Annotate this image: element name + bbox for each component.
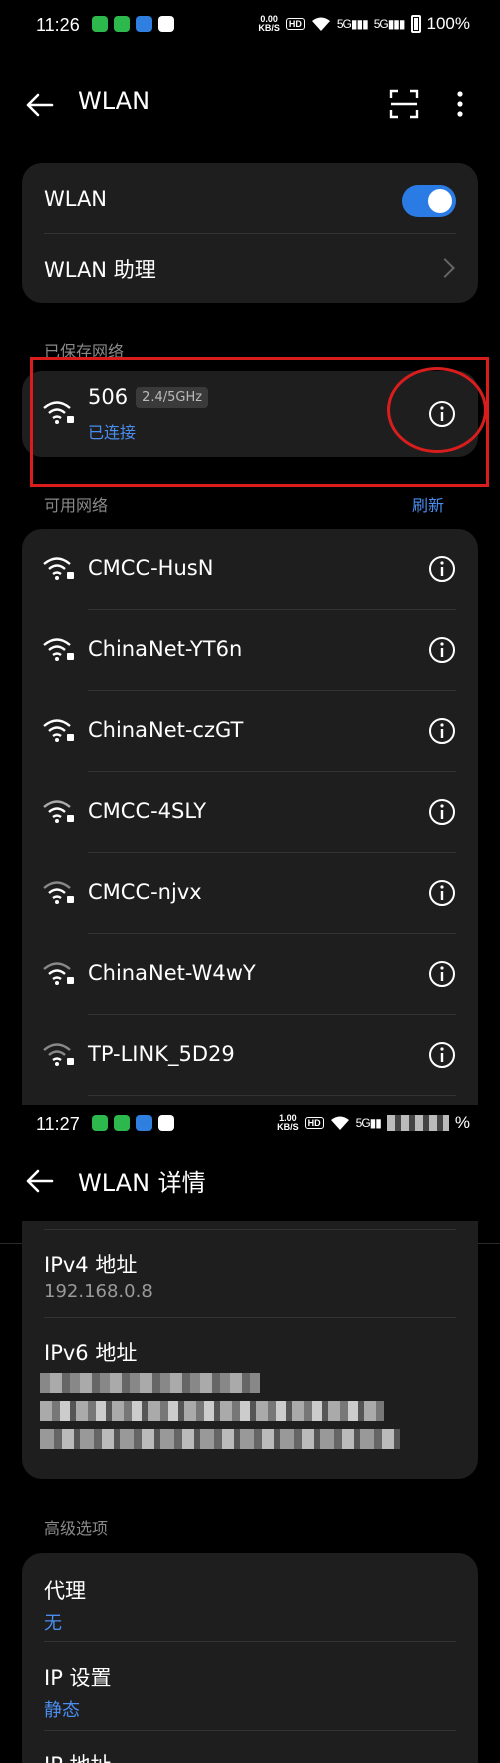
- redacted-ipv6-line-2: [40, 1401, 384, 1421]
- network-row[interactable]: ChinaNet-czGT: [22, 691, 478, 771]
- page-title: WLAN: [78, 87, 151, 115]
- divider: [44, 1317, 456, 1318]
- refresh-button[interactable]: 刷新: [412, 492, 444, 516]
- wlan-list-screen: 11:26 0.00 KB/S HD 5G▮▮▮ 5G▮▮▮ 100% WLAN …: [0, 0, 500, 1105]
- proxy-row[interactable]: 代理 无: [22, 1553, 478, 1641]
- network-details-card: IPv4 地址 192.168.0.8 IPv6 地址: [22, 1221, 478, 1479]
- available-networks-card: CMCC-HusN ChinaNet-YT6n ChinaNet-czGT CM…: [22, 529, 478, 1105]
- network-row[interactable]: CMCC-njvx: [22, 853, 478, 933]
- ip-settings-label: IP 设置: [44, 1666, 112, 1690]
- network-name: ChinaNet-czGT: [88, 718, 244, 742]
- ip-settings-value: 静态: [44, 1700, 80, 1721]
- signal-icon: 5G▮▮▮: [336, 17, 369, 31]
- wlan-toggle[interactable]: [402, 185, 456, 217]
- info-icon[interactable]: [428, 1041, 456, 1069]
- redacted-ipv6-line-1: [40, 1373, 260, 1393]
- info-icon[interactable]: [428, 798, 456, 826]
- wifi-locked-icon: [43, 638, 74, 661]
- wifi-status-icon: [311, 17, 330, 31]
- phone-app-icon: [114, 1115, 130, 1131]
- info-icon[interactable]: [428, 636, 456, 664]
- signal-icon: 5G▮▮: [355, 1116, 382, 1130]
- status-indicators: 0.00 KB/S HD 5G▮▮▮ 5G▮▮▮ 100%: [258, 14, 470, 34]
- message-app-icon: [92, 1115, 108, 1131]
- network-row[interactable]: TP-LINK_5D29: [22, 1015, 478, 1095]
- info-icon[interactable]: [428, 960, 456, 988]
- info-icon[interactable]: [428, 879, 456, 907]
- chat-app-icon: [158, 16, 174, 32]
- ipv6-label: IPv6 地址: [44, 1341, 138, 1365]
- more-options-icon[interactable]: [448, 88, 472, 120]
- chat-app-icon: [158, 1115, 174, 1131]
- notification-icons: [92, 1115, 174, 1131]
- battery-percent: 100%: [426, 14, 470, 33]
- network-row[interactable]: ChinaNet-W4wY: [22, 934, 478, 1014]
- ipv4-value: 192.168.0.8: [44, 1281, 153, 1302]
- status-time: 11:26: [36, 15, 80, 35]
- phone-app-icon: [114, 16, 130, 32]
- chevron-right-icon: [435, 258, 455, 278]
- signal-icon-2: 5G▮▮▮: [373, 17, 406, 31]
- status-time: 11:27: [36, 1114, 80, 1134]
- hd-icon: HD: [285, 18, 305, 30]
- app-bar: WLAN 详情: [0, 1150, 500, 1210]
- divider: [44, 1229, 456, 1230]
- scan-qr-icon[interactable]: [388, 88, 420, 120]
- wlan-assistant-row[interactable]: WLAN 助理: [22, 234, 478, 303]
- wlan-assistant-label: WLAN 助理: [44, 258, 156, 282]
- network-row[interactable]: CMCC-4SLY: [22, 772, 478, 852]
- status-bar: 11:27 1.00 KB/S HD 5G▮▮ %: [0, 1105, 500, 1151]
- proxy-value: 无: [44, 1613, 62, 1634]
- wifi-locked-icon: [43, 557, 74, 580]
- ip-settings-row[interactable]: IP 设置 静态: [22, 1642, 478, 1730]
- network-name: ChinaNet-YT6n: [88, 637, 243, 661]
- network-row[interactable]: ChinaNet-YT6n: [22, 610, 478, 690]
- divider: [88, 1095, 456, 1096]
- network-speed: 0.00 KB/S: [258, 14, 280, 33]
- network-name: ChinaNet-W4wY: [88, 961, 256, 985]
- network-name: CMCC-4SLY: [88, 799, 207, 823]
- wifi-locked-icon: [43, 1043, 74, 1066]
- redacted-ipv6-line-3: [40, 1429, 400, 1449]
- wifi-locked-icon: [43, 962, 74, 985]
- back-arrow-icon[interactable]: [22, 1164, 56, 1198]
- network-row[interactable]: CMCC-HusN: [22, 529, 478, 609]
- ipv4-label: IPv4 地址: [44, 1253, 138, 1277]
- app-bar: WLAN: [0, 74, 500, 134]
- highlight-annotation-circle: [387, 367, 487, 453]
- wifi-locked-icon: [43, 719, 74, 742]
- advanced-options-card: 代理 无 IP 设置 静态 IP 地址: [22, 1553, 478, 1763]
- info-icon[interactable]: [428, 555, 456, 583]
- battery-percent: %: [454, 1113, 470, 1132]
- status-indicators: 1.00 KB/S HD 5G▮▮ %: [277, 1113, 470, 1133]
- wlan-detail-screen: 11:27 1.00 KB/S HD 5G▮▮ % WLAN 详情 IPv4 地址…: [0, 1105, 500, 1763]
- wifi-locked-icon: [43, 881, 74, 904]
- proxy-label: 代理: [44, 1579, 86, 1603]
- wlan-settings-card: WLAN WLAN 助理: [22, 163, 478, 303]
- message-app-icon: [92, 16, 108, 32]
- ip-address-label: IP 地址: [44, 1749, 112, 1763]
- redacted-status: [386, 1115, 449, 1131]
- battery-icon: [410, 15, 421, 33]
- divider: [44, 1730, 456, 1731]
- wifi-status-icon: [330, 1116, 349, 1130]
- advanced-options-header: 高级选项: [44, 1519, 109, 1538]
- info-icon[interactable]: [428, 717, 456, 745]
- network-speed: 1.00 KB/S: [277, 1113, 299, 1132]
- back-arrow-icon[interactable]: [22, 88, 56, 122]
- notification-icons: [92, 16, 174, 32]
- available-networks-header: 可用网络: [44, 496, 109, 515]
- page-title: WLAN 详情: [78, 1169, 206, 1197]
- network-name: CMCC-HusN: [88, 556, 214, 580]
- wlan-toggle-label: WLAN: [44, 187, 108, 211]
- wifi-locked-icon: [43, 800, 74, 823]
- network-name: CMCC-njvx: [88, 880, 202, 904]
- store-app-icon: [136, 1115, 152, 1131]
- status-bar: 11:26 0.00 KB/S HD 5G▮▮▮ 5G▮▮▮ 100%: [0, 0, 500, 52]
- network-name: TP-LINK_5D29: [88, 1042, 235, 1066]
- hd-icon: HD: [304, 1117, 324, 1129]
- store-app-icon: [136, 16, 152, 32]
